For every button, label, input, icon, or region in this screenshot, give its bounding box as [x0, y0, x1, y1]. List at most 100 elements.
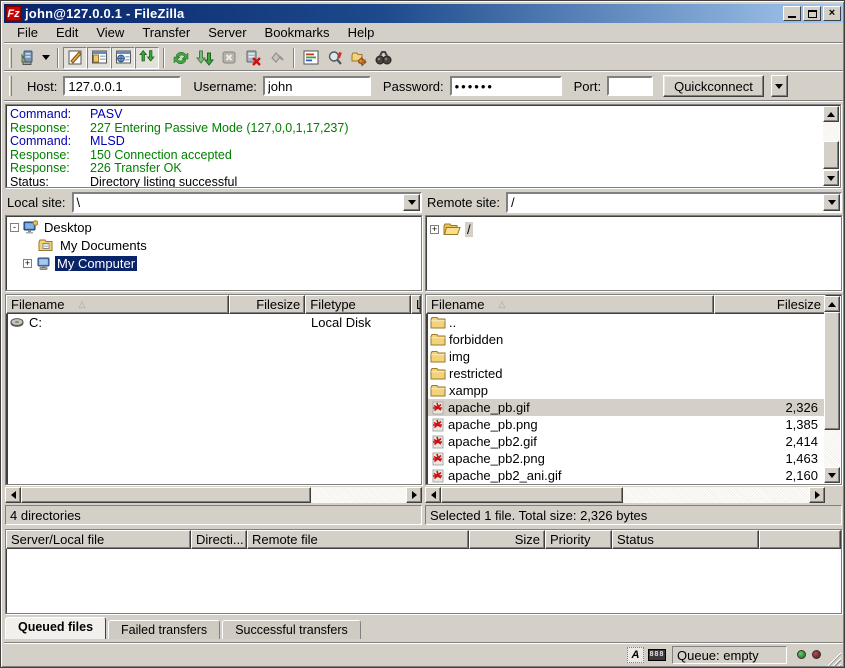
filezilla-app-icon[interactable]: Fz	[6, 6, 21, 21]
scrollbar-thumb[interactable]	[441, 487, 623, 503]
remote-site-combobox[interactable]: /	[506, 192, 842, 213]
tree-item-desktop[interactable]: - Desktop	[10, 218, 421, 236]
column-header-direction[interactable]: Directi...	[191, 530, 247, 549]
resize-grip[interactable]	[827, 652, 841, 666]
column-header-filetype[interactable]: Filetype	[305, 295, 411, 314]
remote-horizontal-scrollbar[interactable]	[425, 487, 825, 503]
file-row[interactable]: apache_pb2.png 1,463	[428, 450, 824, 467]
menu-help[interactable]: Help	[339, 23, 384, 42]
file-row[interactable]: apache_pb.png 1,385	[428, 416, 824, 433]
menu-bookmarks[interactable]: Bookmarks	[256, 23, 339, 42]
queue-body[interactable]	[7, 550, 840, 612]
local-horizontal-scrollbar[interactable]	[5, 487, 422, 503]
maximize-button[interactable]	[803, 6, 821, 21]
site-manager-button[interactable]	[15, 47, 39, 69]
toggle-log-button[interactable]	[63, 47, 87, 69]
menu-server[interactable]: Server	[199, 23, 255, 42]
menu-edit[interactable]: Edit	[47, 23, 87, 42]
tab-failed-transfers[interactable]: Failed transfers	[108, 620, 220, 639]
find-files-button[interactable]	[371, 47, 395, 69]
column-header-remote-file[interactable]: Remote file	[247, 530, 469, 549]
toggle-remote-tree-button[interactable]	[111, 47, 135, 69]
file-row[interactable]: xampp	[428, 382, 824, 399]
tree-item-my-computer[interactable]: + My Computer	[10, 254, 421, 272]
column-header-filesize[interactable]: Filesize	[714, 295, 826, 314]
scrollbar-thumb[interactable]	[21, 487, 311, 503]
minimize-button[interactable]	[783, 6, 801, 21]
menu-file[interactable]: File	[8, 23, 47, 42]
collapse-icon[interactable]: -	[10, 223, 19, 232]
remote-scrollbar-thumb[interactable]	[824, 312, 840, 430]
log-scroll-up-button[interactable]	[823, 106, 839, 122]
file-row-c-drive[interactable]: C: Local Disk	[8, 314, 420, 331]
speed-limit-icon[interactable]: 888	[648, 649, 666, 661]
quickconnect-gripper[interactable]	[9, 76, 12, 96]
remote-scroll-up-button[interactable]	[824, 296, 840, 312]
menu-transfer[interactable]: Transfer	[133, 23, 199, 42]
log-scroll-down-button[interactable]	[823, 170, 839, 186]
local-site-dropdown[interactable]	[403, 194, 420, 211]
file-row[interactable]: restricted	[428, 365, 824, 382]
refresh-button[interactable]	[169, 47, 193, 69]
tree-item-my-documents[interactable]: My Documents	[10, 236, 421, 254]
remote-scroll-down-button[interactable]	[824, 467, 840, 483]
message-log[interactable]: Command:PASV Response:227 Entering Passi…	[5, 104, 841, 188]
column-header-filesize[interactable]: Filesize	[229, 295, 305, 314]
column-header-filename[interactable]: Filename △	[6, 295, 229, 314]
process-queue-button[interactable]	[193, 47, 217, 69]
scroll-left-button[interactable]	[5, 487, 21, 503]
cancel-button[interactable]	[217, 47, 241, 69]
folder-icon	[430, 384, 446, 397]
scroll-right-button[interactable]	[406, 487, 422, 503]
tab-queued-files[interactable]: Queued files	[5, 617, 106, 639]
scroll-right-button[interactable]	[809, 487, 825, 503]
scroll-left-button[interactable]	[425, 487, 441, 503]
file-row[interactable]: ..	[428, 314, 824, 331]
expand-icon[interactable]: +	[23, 259, 32, 268]
toggle-queue-button[interactable]	[135, 47, 159, 69]
column-header-priority[interactable]: Priority	[545, 530, 612, 549]
file-row[interactable]: apache_pb2_ani.gif 2,160	[428, 467, 824, 484]
expand-icon[interactable]: +	[430, 225, 439, 234]
directory-comparison-button[interactable]	[323, 47, 347, 69]
port-input[interactable]	[607, 76, 653, 96]
site-manager-dropdown[interactable]	[39, 47, 53, 69]
log-scrollbar-thumb[interactable]	[823, 141, 839, 169]
column-header-lastmodified[interactable]: L	[411, 295, 421, 314]
close-button[interactable]: ×	[823, 6, 841, 21]
column-header-size[interactable]: Size	[469, 530, 545, 549]
tree-item-root[interactable]: + /	[430, 220, 841, 238]
remote-file-list[interactable]: Filename △ Filesize .. forbidden img	[425, 294, 842, 485]
local-file-list[interactable]: Filename △ Filesize Filetype L C:	[5, 294, 422, 485]
local-site-combobox[interactable]: \	[72, 192, 422, 213]
quickconnect-button[interactable]: Quickconnect	[663, 75, 764, 97]
filter-button[interactable]	[299, 47, 323, 69]
synchronized-browsing-button[interactable]	[347, 47, 371, 69]
toggle-local-tree-button[interactable]	[87, 47, 111, 69]
file-row-selected[interactable]: apache_pb.gif 2,326	[428, 399, 824, 416]
reconnect-button[interactable]	[265, 47, 289, 69]
column-header-status[interactable]: Status	[612, 530, 759, 549]
disconnect-button[interactable]	[241, 47, 265, 69]
menu-view[interactable]: View	[87, 23, 133, 42]
file-row[interactable]: img	[428, 348, 824, 365]
toolbar-gripper[interactable]	[9, 48, 12, 68]
file-row[interactable]: apache_pb2.gif 2,414	[428, 433, 824, 450]
remote-list-body[interactable]: .. forbidden img restricted xampp	[427, 314, 824, 484]
local-list-body[interactable]: C: Local Disk	[7, 314, 420, 484]
host-input[interactable]	[63, 76, 181, 96]
local-tree[interactable]: - Desktop My D	[5, 215, 422, 291]
file-row[interactable]: forbidden	[428, 331, 824, 348]
column-header-filename[interactable]: Filename △	[426, 295, 714, 314]
title-bar[interactable]: Fz john@127.0.0.1 - FileZilla ×	[4, 4, 843, 23]
transfer-queue[interactable]: Server/Local file Directi... Remote file…	[5, 529, 842, 614]
remote-site-dropdown[interactable]	[823, 194, 840, 211]
tab-successful-transfers[interactable]: Successful transfers	[222, 620, 361, 639]
username-input[interactable]	[263, 76, 371, 96]
remote-tree[interactable]: + /	[425, 215, 842, 291]
password-input[interactable]	[450, 76, 562, 96]
data-type-indicator-icon[interactable]: A	[627, 647, 644, 663]
column-header-server-local-file[interactable]: Server/Local file	[6, 530, 191, 549]
folder-icon	[430, 333, 446, 346]
quickconnect-dropdown[interactable]	[771, 75, 788, 97]
